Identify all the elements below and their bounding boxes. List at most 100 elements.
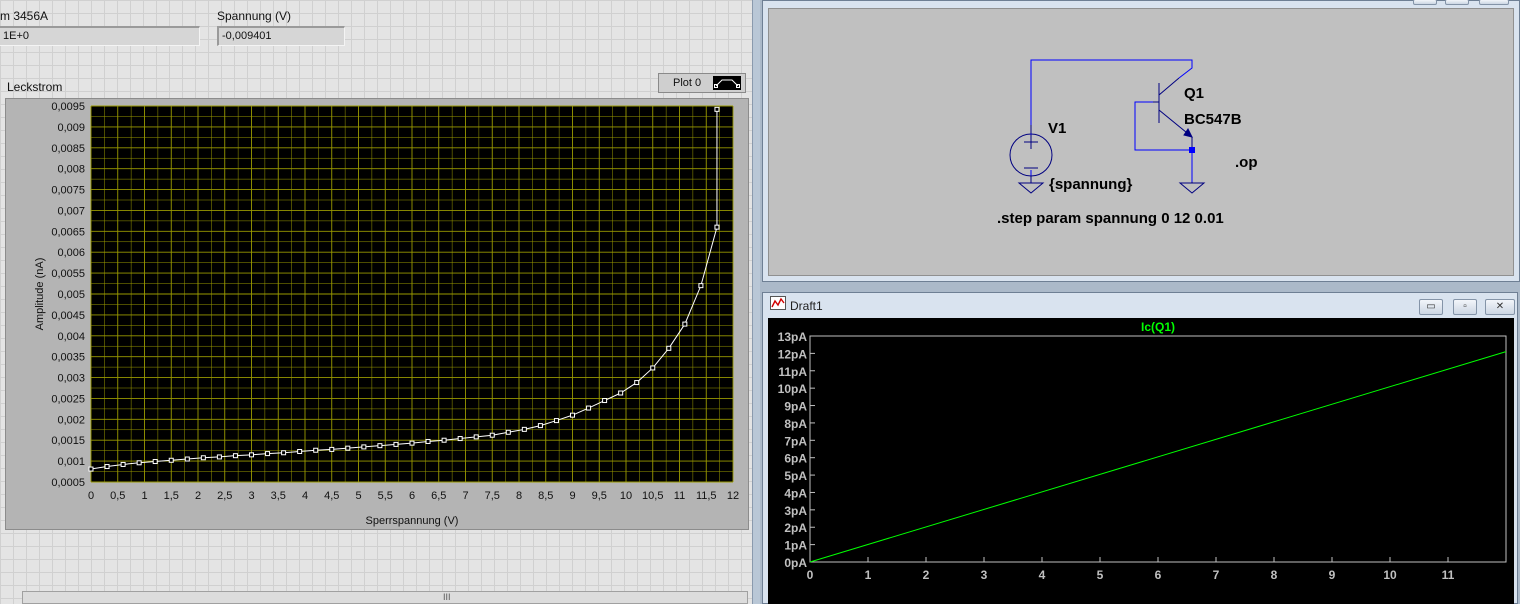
schematic-close-button[interactable] [1479, 0, 1509, 5]
y-tick-label: 12pA [778, 347, 808, 361]
y-tick-label: 0,007 [57, 205, 85, 217]
x-tick-label: 11,5 [696, 490, 717, 502]
y-tick-label: 3pA [784, 504, 807, 518]
data-point [553, 418, 559, 424]
y-tick-label: 0,009 [57, 122, 85, 134]
x-tick-label: 6,5 [431, 490, 446, 502]
draft-close-button[interactable]: ✕ [1485, 299, 1515, 315]
x-tick-label: 6 [1155, 568, 1162, 582]
x-tick-label: 12 [727, 490, 739, 502]
x-tick-label: 1 [141, 490, 147, 502]
data-point [682, 321, 688, 327]
y-tick-label: 0,0035 [51, 352, 85, 364]
draft-restore-button[interactable]: ▫ [1453, 299, 1477, 315]
x-tick-label: 0 [807, 568, 814, 582]
waveform-app-icon [770, 296, 786, 310]
y-tick-label: 0,0085 [51, 143, 85, 155]
x-axis-ticks: 0 1 2 3 4 5 6 7 8 9 10 11 [807, 557, 1455, 582]
x-tick-label: 5 [1097, 568, 1104, 582]
data-point [586, 405, 592, 411]
legend-label: Plot 0 [673, 77, 702, 89]
y-tick-label: 9pA [784, 400, 807, 414]
labview-graph-svg: 0,0005 0,001 0,0015 0,002 0,0025 0,003 0,0035 0… [34, 101, 739, 527]
x-tick-label: 6 [409, 490, 415, 502]
waveform-graph[interactable]: 0,0005 0,001 0,0015 0,002 0,0025 0,003 0,0035 0… [5, 98, 749, 530]
y-tick-label: 0,0065 [51, 226, 85, 238]
draft-minimize-button[interactable]: ▭ [1419, 299, 1443, 315]
y-tick-label: 2pA [784, 521, 807, 535]
y-tick-label: 0,0095 [51, 101, 85, 113]
y-tick-label: 8pA [784, 417, 807, 431]
x-tick-label: 2,5 [217, 490, 232, 502]
x-tick-label: 0,5 [110, 490, 125, 502]
x-tick-label: 3,5 [271, 490, 286, 502]
voltage-label: Spannung (V) [217, 9, 292, 23]
transistor-name: Q1 [1184, 85, 1204, 102]
y-tick-label: 0,008 [57, 164, 85, 176]
schematic-svg: V1 {spannung} Q1 BC547B .op .step param … [997, 59, 1258, 227]
x-tick-label: 9 [1329, 568, 1336, 582]
y-tick-label: 0,004 [57, 331, 85, 343]
data-point [313, 447, 319, 453]
horizontal-scrollbar[interactable]: III [22, 591, 748, 604]
y-tick-label: 1pA [784, 539, 807, 553]
y-axis-label: Amplitude (nA) [34, 258, 46, 331]
x-tick-label: 5,5 [378, 490, 393, 502]
x-tick-label: 8,5 [538, 490, 553, 502]
window-divider [752, 0, 760, 604]
legend-line-icon [714, 79, 740, 88]
x-tick-label: 7 [1213, 568, 1220, 582]
data-point [393, 441, 399, 447]
ground-icon [1017, 182, 1045, 194]
data-point [232, 453, 238, 459]
schematic-canvas[interactable]: V1 {spannung} Q1 BC547B .op .step param … [768, 8, 1514, 276]
y-tick-label: 0,005 [57, 289, 85, 301]
data-point [297, 449, 303, 455]
data-point [281, 450, 287, 456]
x-tick-label: 5 [355, 490, 361, 502]
node-junction [1189, 147, 1195, 153]
ic-q1-trace [809, 351, 1507, 563]
instrument-label: m 3456A [0, 9, 49, 23]
schematic-minimize-button[interactable] [1413, 0, 1437, 5]
trace-label[interactable]: Ic(Q1) [1141, 320, 1175, 334]
y-axis-ticks: 0,0005 0,001 0,0015 0,002 0,0025 0,003 0,0035 0… [51, 101, 85, 489]
data-point [168, 457, 174, 463]
x-tick-label: 1 [865, 568, 872, 582]
x-tick-label: 4 [302, 490, 308, 502]
x-tick-label: 1,5 [164, 490, 179, 502]
y-tick-label: 11pA [778, 365, 807, 379]
y-tick-label: 13pA [778, 330, 808, 344]
y-tick-label: 4pA [784, 486, 807, 500]
data-point [120, 461, 126, 467]
data-point [441, 437, 447, 443]
scroll-grip-icon[interactable]: III [443, 592, 451, 602]
plot-legend[interactable]: Plot 0 [658, 73, 746, 93]
x-tick-label: 11 [674, 490, 685, 502]
step-directive: .step param spannung 0 12 0.01 [997, 210, 1224, 227]
data-point [104, 464, 110, 470]
data-point [618, 390, 624, 396]
y-axis-ticks: 0pA 1pA 2pA 3pA 4pA 5pA 6pA 7pA 8pA 9pA 10pA 11pA 12… [778, 330, 815, 570]
waveform-plot-pane[interactable]: 0pA 1pA 2pA 3pA 4pA 5pA 6pA 7pA 8pA 9pA 10pA 11pA 12… [768, 318, 1514, 604]
ground-icon [1178, 182, 1206, 194]
schematic-restore-button[interactable] [1445, 0, 1469, 5]
y-tick-label: 5pA [784, 469, 807, 483]
x-tick-label: 10,5 [642, 490, 663, 502]
data-point [216, 454, 222, 460]
data-point [537, 423, 543, 429]
y-tick-label: 0,003 [57, 373, 85, 385]
source-value: {spannung} [1049, 176, 1132, 193]
data-point [634, 380, 640, 386]
x-tick-label: 8 [1271, 568, 1278, 582]
y-tick-label: 0,001 [57, 456, 85, 468]
y-tick-label: 0,0045 [51, 310, 85, 322]
x-tick-label: 7,5 [485, 490, 500, 502]
x-axis-label: Sperrspannung (V) [366, 515, 459, 527]
y-tick-label: 6pA [784, 452, 807, 466]
x-tick-label: 9,5 [592, 490, 607, 502]
source-name: V1 [1048, 120, 1066, 137]
x-tick-label: 9 [569, 490, 575, 502]
x-tick-label: 3 [248, 490, 254, 502]
data-point [714, 224, 720, 230]
